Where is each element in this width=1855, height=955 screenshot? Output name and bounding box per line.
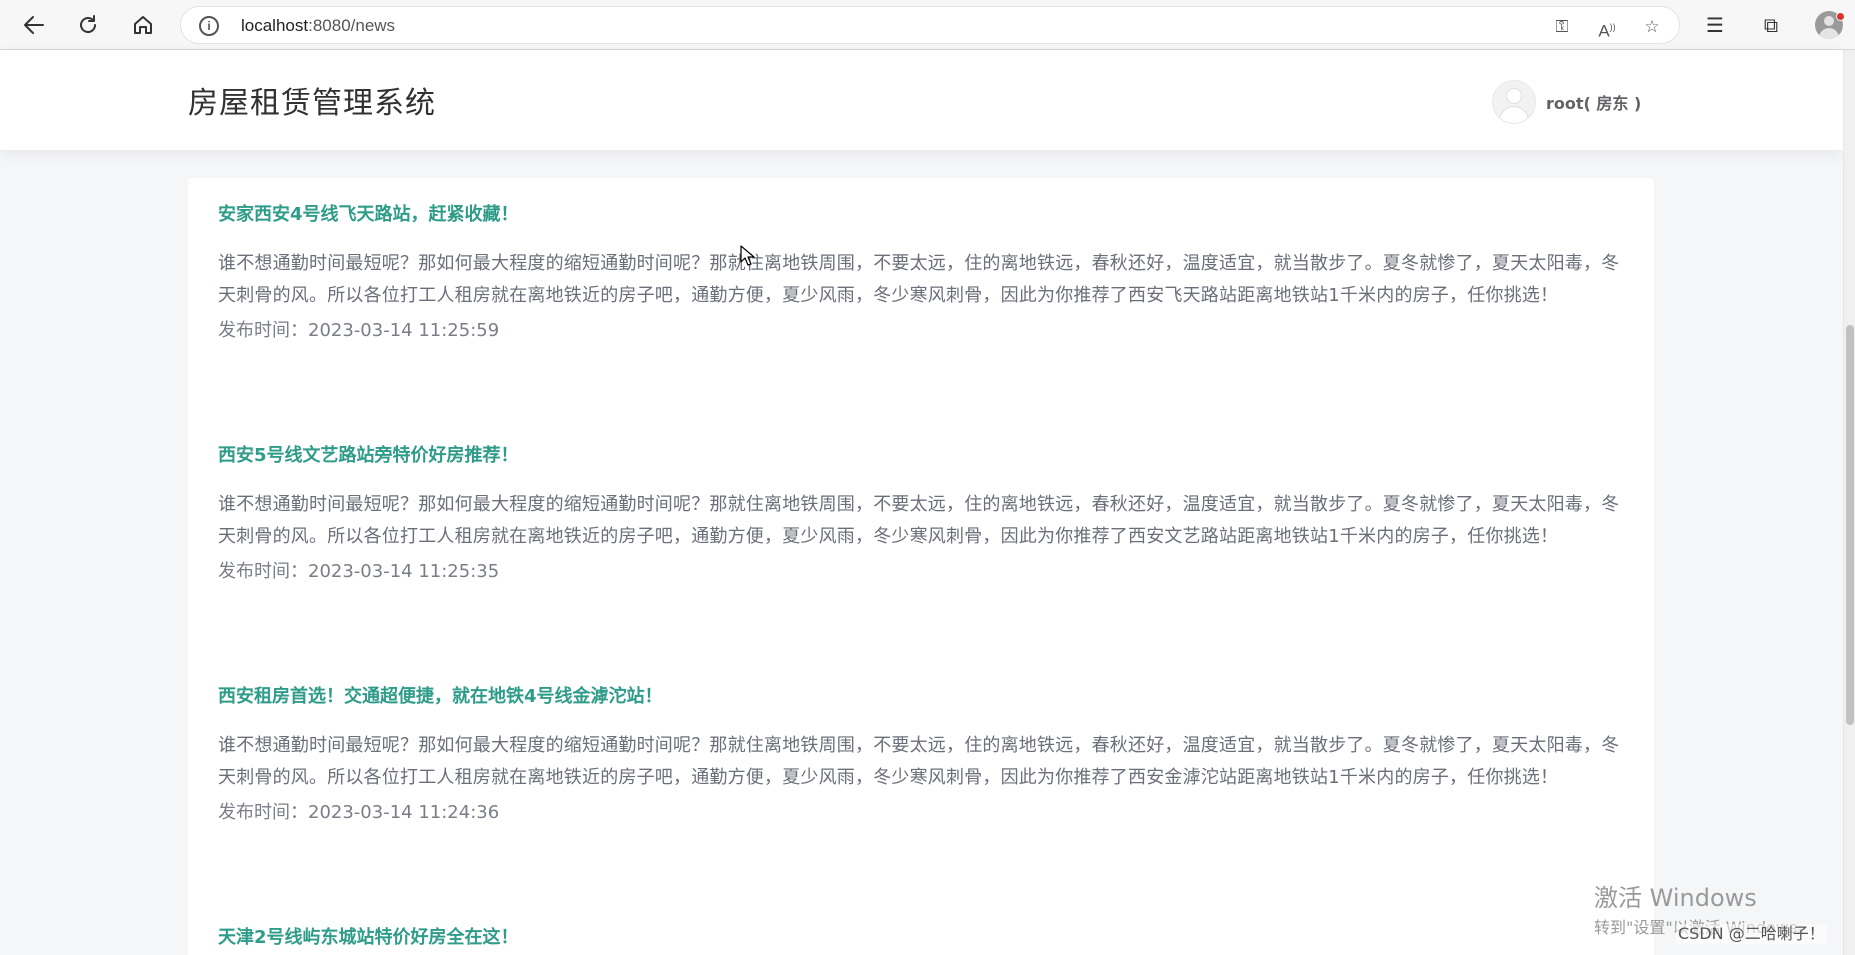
news-content: 谁不想通勤时间最短呢？那如何最大程度的缩短通勤时间呢？那就住离地铁周围，不要太远… [218,494,1620,547]
mouse-cursor-icon [740,245,755,266]
back-arrow-icon [24,16,44,34]
address-bar[interactable]: i localhost:8080/news ⚿ A)) ☆ [180,6,1680,44]
news-item: 天津2号线屿东城站特价好房全在这！ [218,925,1628,951]
url-path: :8080/news [308,16,396,35]
read-aloud-icon[interactable]: A)) [1596,16,1618,41]
news-title[interactable]: 西安5号线文艺路站旁特价好房推荐！ [218,443,1628,469]
home-button[interactable] [127,9,159,41]
news-title[interactable]: 安家西安4号线飞天路站，赶紧收藏！ [218,202,1628,228]
url-text[interactable]: localhost:8080/news [241,16,395,36]
scrollbar-thumb[interactable] [1846,325,1854,725]
news-item: 西安租房首选！交通超便捷，就在地铁4号线金滹沱站！ 谁不想通勤时间最短呢？那如何… [218,684,1628,828]
back-button[interactable] [18,9,50,41]
news-item: 安家西安4号线飞天路站，赶紧收藏！ 谁不想通勤时间最短呢？那如何最大程度的缩短通… [218,202,1628,346]
avatar[interactable] [1492,80,1536,124]
page-scrollbar[interactable] [1843,50,1855,955]
browser-toolbar: i localhost:8080/news ⚿ A)) ☆ ☰ ⧉ [0,0,1855,50]
news-time: 发布时间：2023-03-14 11:25:59 [218,320,500,341]
url-host: localhost [241,16,309,35]
news-title[interactable]: 天津2号线屿东城站特价好房全在这！ [218,925,1628,951]
news-list: 安家西安4号线飞天路站，赶紧收藏！ 谁不想通勤时间最短呢？那如何最大程度的缩短通… [188,178,1654,955]
windows-activation-title: 激活 Windows [1594,884,1757,912]
news-content: 谁不想通勤时间最短呢？那如何最大程度的缩短通勤时间呢？那就住离地铁周围，不要太远… [218,735,1620,788]
news-time: 发布时间：2023-03-14 11:24:36 [218,802,500,823]
news-item: 西安5号线文艺路站旁特价好房推荐！ 谁不想通勤时间最短呢？那如何最大程度的缩短通… [218,443,1628,587]
user-menu[interactable]: root( 房东 ) [1492,80,1641,124]
favorites-icon[interactable]: ☰ [1700,10,1730,40]
home-icon [134,16,152,34]
user-name[interactable]: root( 房东 ) [1546,90,1641,114]
refresh-button[interactable] [72,9,104,41]
news-time: 发布时间：2023-03-14 11:25:35 [218,561,500,582]
news-title[interactable]: 西安租房首选！交通超便捷，就在地铁4号线金滹沱站！ [218,684,1628,710]
app-title: 房屋租赁管理系统 [188,86,436,121]
refresh-icon [80,15,96,33]
app-header: 房屋租赁管理系统 root( 房东 ) [0,50,1843,150]
site-info-icon[interactable]: i [199,16,219,36]
collections-icon[interactable]: ⧉ [1756,10,1786,40]
csdn-watermark: CSDN @二哈喇子！ [1676,924,1827,944]
notification-dot [1836,12,1845,21]
key-icon[interactable]: ⚿ [1551,16,1573,38]
add-favorite-icon[interactable]: ☆ [1641,16,1663,38]
news-content: 谁不想通勤时间最短呢？那如何最大程度的缩短通勤时间呢？那就住离地铁周围，不要太远… [218,253,1620,306]
